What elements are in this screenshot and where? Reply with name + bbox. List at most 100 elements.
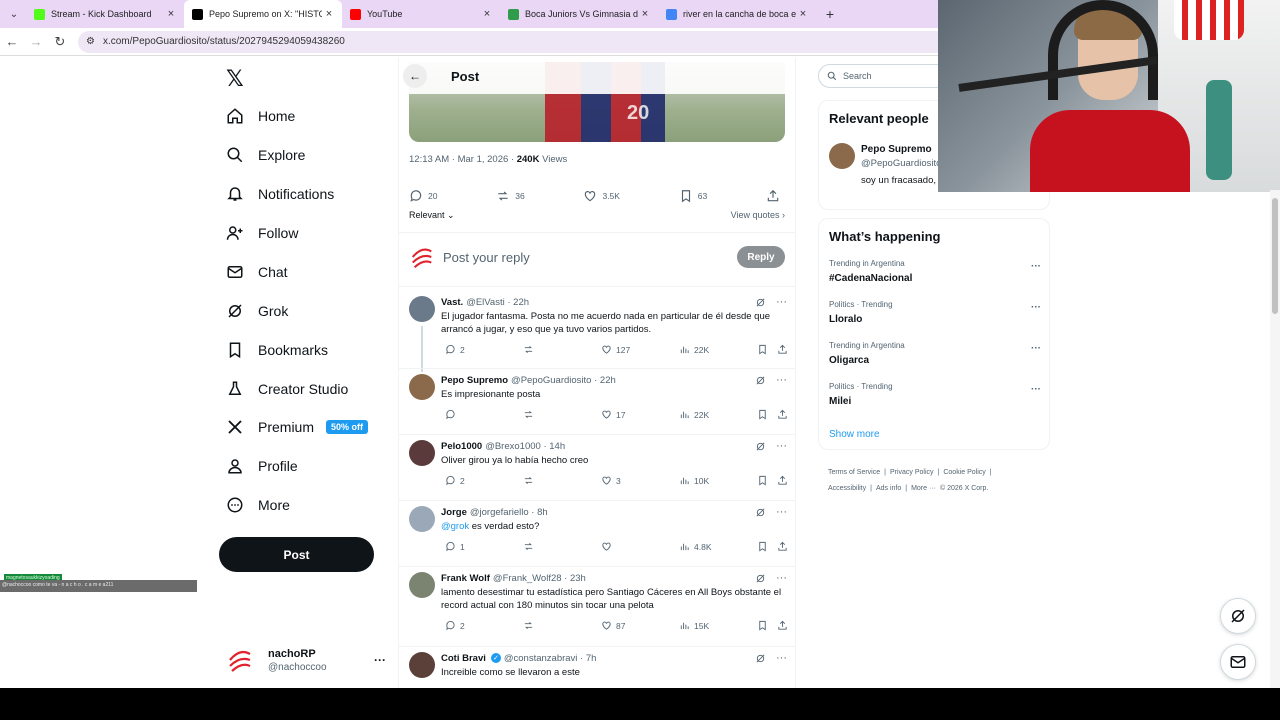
reply-author-handle[interactable]: @jorgefariello [470,507,529,518]
views-button[interactable]: 15K [675,620,709,631]
avatar[interactable] [409,440,435,466]
reply-submit-button[interactable]: Reply [737,246,785,268]
new-tab-button[interactable]: + [820,6,840,22]
like-button[interactable]: 3 [597,475,621,486]
browser-back-icon[interactable]: ← [0,34,24,49]
views-button[interactable]: 22K [675,344,709,355]
reply-post[interactable]: Pepo Supremo @PepoGuardiosito · 22h ··· Es … [399,374,795,440]
more-options-icon[interactable]: ··· [776,296,787,308]
repost-button[interactable] [519,620,534,631]
reply-post[interactable]: Coti Bravi ✓ @constanzabravi · 7h ··· Increi… [399,652,795,688]
more-options-icon[interactable]: ··· [1031,261,1041,272]
scrollbar[interactable] [1270,190,1280,688]
nav-item-chat[interactable]: Chat [226,258,288,286]
reply-author-handle[interactable]: @Frank_Wolf28 [493,573,562,584]
reply-time[interactable]: 8h [537,507,548,518]
trend-item[interactable]: Politics · Trending Milei ··· [829,382,1041,407]
share-button[interactable] [773,344,788,355]
nav-item-home[interactable]: Home [226,102,295,130]
reply-button[interactable]: 2 [441,344,465,355]
reply-button[interactable]: 1 [441,541,465,552]
more-options-icon[interactable]: ··· [776,572,787,584]
browser-tab[interactable]: Stream - Kick Dashboard × [26,0,184,28]
reply-author-handle[interactable]: @PepoGuardiosito [511,375,591,386]
share-button[interactable] [766,189,785,203]
views-button[interactable]: 4.8K [675,541,712,552]
share-button[interactable] [773,541,788,552]
share-button[interactable] [773,475,788,486]
footer-link[interactable]: Accessibility [828,485,866,492]
views-button[interactable]: 10K [675,475,709,486]
tab-list-button[interactable]: ⌄ [2,2,26,26]
account-switcher[interactable]: nachoRP @nachoccoo ··· [226,642,386,678]
more-options-icon[interactable]: ··· [776,652,787,664]
trend-item[interactable]: Politics · Trending Lloralo ··· [829,300,1041,325]
more-options-icon[interactable]: ··· [776,506,787,518]
nav-item-more[interactable]: More [226,491,290,519]
reply-time[interactable]: 22h [600,375,616,386]
repost-button[interactable] [519,344,534,355]
messages-float-button[interactable] [1220,644,1256,680]
x-logo-icon[interactable]: 𝕏 [226,66,244,92]
close-tab-icon[interactable]: × [322,8,336,20]
avatar[interactable] [409,506,435,532]
trend-item[interactable]: Trending in Argentina Oligarca ··· [829,341,1041,366]
avatar[interactable] [409,572,435,598]
view-quotes-link[interactable]: View quotes › [731,210,785,221]
mention-link[interactable]: @grok [441,521,469,532]
more-options-icon[interactable]: ··· [1031,384,1041,395]
browser-tab[interactable]: river en la cancha de boca en e× [658,0,816,28]
views-button[interactable]: 22K [675,409,709,420]
grok-explain-button[interactable] [755,441,766,452]
more-options-icon[interactable]: ··· [1031,343,1041,354]
browser-tab[interactable]: YouTube × [342,0,500,28]
repost-button[interactable] [519,541,534,552]
repost-button[interactable] [519,409,534,420]
grok-explain-button[interactable] [755,573,766,584]
reply-author-name[interactable]: Coti Bravi [441,653,486,664]
browser-forward-icon[interactable]: → [24,34,48,49]
more-options-icon[interactable]: ··· [1031,302,1041,313]
nav-item-follow[interactable]: Follow [226,219,298,247]
back-arrow-icon[interactable]: ← [403,64,427,88]
share-button[interactable] [773,409,788,420]
like-button[interactable]: 3.5K [583,189,620,203]
close-tab-icon[interactable]: × [480,8,494,20]
reply-author-name[interactable]: Jorge [441,507,467,518]
reply-author-name[interactable]: Frank Wolf [441,573,490,584]
reply-post[interactable]: Frank Wolf @Frank_Wolf28 · 23h ··· lamento … [399,572,795,652]
like-button[interactable]: 17 [597,409,625,420]
bookmark-button[interactable] [753,475,768,486]
nav-item-profile[interactable]: Profile [226,452,298,480]
avatar[interactable] [409,374,435,400]
grok-explain-button[interactable] [755,653,766,664]
reply-author-handle[interactable]: @Brexo1000 [485,441,541,452]
grok-float-button[interactable] [1220,598,1256,634]
footer-link[interactable]: Terms of Service [828,469,880,476]
footer-link[interactable]: Privacy Policy [890,469,934,476]
nav-item-bookmarks[interactable]: Bookmarks [226,336,328,364]
avatar[interactable] [409,296,435,322]
like-button[interactable]: 87 [597,620,625,631]
grok-explain-button[interactable] [755,507,766,518]
sort-dropdown[interactable]: Relevant ⌄ [409,210,455,221]
close-tab-icon[interactable]: × [638,8,652,20]
nav-item-notifications[interactable]: Notifications [226,180,334,208]
avatar[interactable] [829,143,855,169]
post-button[interactable]: Post [219,537,374,572]
nav-item-creator-studio[interactable]: Creator Studio [226,375,348,403]
like-button[interactable] [597,541,616,552]
more-options-icon[interactable]: ··· [776,440,787,452]
footer-link[interactable]: More ··· [911,485,936,492]
relevant-person-name[interactable]: Pepo Supremo [861,144,932,155]
reply-author-name[interactable]: Pelo1000 [441,441,482,452]
reply-time[interactable]: 7h [586,653,597,664]
show-more-link[interactable]: Show more [829,429,880,440]
bookmark-button[interactable] [753,541,768,552]
bookmark-button[interactable] [753,620,768,631]
close-tab-icon[interactable]: × [796,8,810,20]
reply-button[interactable] [441,409,460,420]
trend-item[interactable]: Trending in Argentina #CadenaNacional ··· [829,259,1041,284]
reply-author-name[interactable]: Pepo Supremo [441,375,508,386]
more-options-icon[interactable]: ··· [776,374,787,386]
